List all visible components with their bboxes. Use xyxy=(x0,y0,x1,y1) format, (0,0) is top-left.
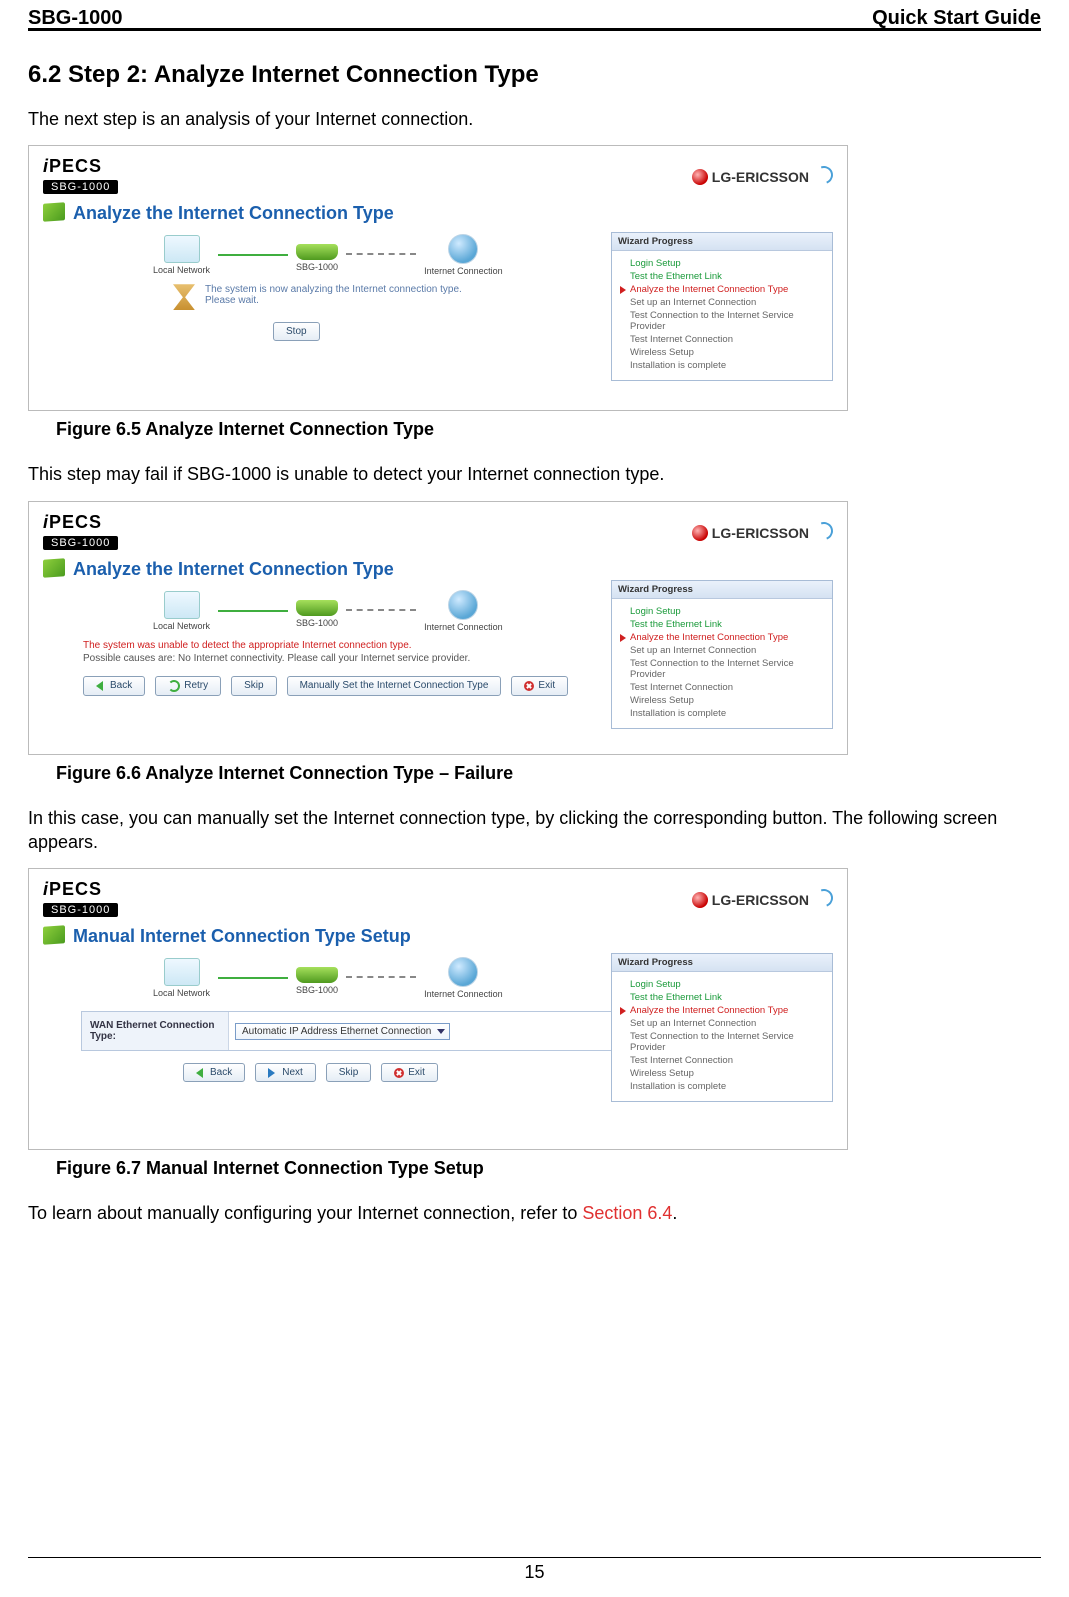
wizard-step: Test Connection to the Internet Service … xyxy=(620,657,824,681)
wizard-step: Installation is complete xyxy=(620,707,824,720)
figure-6-5: iPECS SBG-1000 LG-ERICSSON Analyze the I… xyxy=(28,145,848,411)
wizard-step: Test Internet Connection xyxy=(620,333,824,346)
wizard-list: Login SetupTest the Ethernet LinkAnalyze… xyxy=(612,972,832,1101)
ipecs-logo: iPECS xyxy=(43,156,118,177)
caption-6-6: Figure 6.6 Analyze Internet Connection T… xyxy=(56,763,1041,784)
next-button[interactable]: Next xyxy=(255,1063,316,1082)
header-right: Quick Start Guide xyxy=(872,8,1041,28)
back-button[interactable]: Back xyxy=(183,1063,245,1082)
para-3: In this case, you can manually set the I… xyxy=(28,806,1041,855)
next-icon xyxy=(268,1068,278,1078)
wizard-step: Installation is complete xyxy=(620,1080,824,1093)
figure-6-7: iPECS SBG-1000 LG-ERICSSON Manual Intern… xyxy=(28,868,848,1150)
connection-type-label: WAN Ethernet Connection Type: xyxy=(82,1012,229,1050)
shot3-title: Manual Internet Connection Type Setup xyxy=(43,926,833,947)
wizard-step: Test Internet Connection xyxy=(620,681,824,694)
wizard-step: Installation is complete xyxy=(620,359,824,372)
lg-ericsson-logo: LG-ERICSSON xyxy=(692,889,833,908)
para-2: This step may fail if SBG-1000 is unable… xyxy=(28,462,1041,486)
retry-button[interactable]: Retry xyxy=(155,676,221,696)
caption-6-7: Figure 6.7 Manual Internet Connection Ty… xyxy=(56,1158,1041,1179)
skip-button[interactable]: Skip xyxy=(326,1063,371,1082)
router-icon xyxy=(296,244,338,260)
wizard-step: Analyze the Internet Connection Type xyxy=(620,283,824,296)
para-4: To learn about manually configuring your… xyxy=(28,1201,1041,1225)
manual-set-button[interactable]: Manually Set the Internet Connection Typ… xyxy=(287,676,502,696)
exit-button[interactable]: Exit xyxy=(511,676,568,696)
cube-icon xyxy=(43,925,65,945)
shot1-title: Analyze the Internet Connection Type xyxy=(43,203,833,224)
wizard-step: Test the Ethernet Link xyxy=(620,991,824,1004)
shot2-title: Analyze the Internet Connection Type xyxy=(43,559,833,580)
wizard-list: Login SetupTest the Ethernet LinkAnalyze… xyxy=(612,599,832,728)
wizard-step: Test the Ethernet Link xyxy=(620,618,824,631)
connection-type-select[interactable]: Automatic IP Address Ethernet Connection xyxy=(235,1023,450,1040)
wizard-step: Analyze the Internet Connection Type xyxy=(620,1004,824,1017)
wizard-step: Wireless Setup xyxy=(620,346,824,359)
exit-icon xyxy=(524,681,534,691)
ipecs-logo: iPECS xyxy=(43,512,118,533)
back-icon xyxy=(96,681,106,691)
section-title: 6.2 Step 2: Analyze Internet Connection … xyxy=(28,61,1041,89)
wizard-step: Set up an Internet Connection xyxy=(620,296,824,309)
wizard-step: Wireless Setup xyxy=(620,694,824,707)
wizard-step: Set up an Internet Connection xyxy=(620,644,824,657)
sbg-tag: SBG-1000 xyxy=(43,536,118,550)
exit-button[interactable]: Exit xyxy=(381,1063,438,1082)
page-header: SBG-1000 Quick Start Guide xyxy=(28,0,1041,31)
wizard-step: Login Setup xyxy=(620,978,824,991)
sbg-tag: SBG-1000 xyxy=(43,903,118,917)
wizard-step: Test Internet Connection xyxy=(620,1054,824,1067)
globe-icon xyxy=(448,234,478,264)
exit-icon xyxy=(394,1068,404,1078)
lg-ericsson-logo: LG-ERICSSON xyxy=(692,522,833,541)
router-icon xyxy=(296,600,338,616)
cube-icon xyxy=(43,558,65,578)
globe-icon xyxy=(448,957,478,987)
stop-button[interactable]: Stop xyxy=(273,322,320,341)
wizard-progress: Wizard Progress Login SetupTest the Ethe… xyxy=(611,232,833,381)
ipecs-logo: iPECS xyxy=(43,879,118,900)
para-1: The next step is an analysis of your Int… xyxy=(28,107,1041,131)
wizard-step: Login Setup xyxy=(620,257,824,270)
wizard-step: Wireless Setup xyxy=(620,1067,824,1080)
figure-6-6: iPECS SBG-1000 LG-ERICSSON Analyze the I… xyxy=(28,501,848,755)
retry-icon xyxy=(168,680,180,692)
lg-ericsson-logo: LG-ERICSSON xyxy=(692,166,833,185)
wizard-title: Wizard Progress xyxy=(612,954,832,972)
pc-icon xyxy=(164,591,200,619)
back-button[interactable]: Back xyxy=(83,676,145,696)
sbg-tag: SBG-1000 xyxy=(43,180,118,194)
section-6-4-link[interactable]: Section 6.4 xyxy=(582,1203,672,1223)
pc-icon xyxy=(164,958,200,986)
wizard-progress: Wizard Progress Login SetupTest the Ethe… xyxy=(611,580,833,729)
skip-button[interactable]: Skip xyxy=(231,676,276,696)
globe-icon xyxy=(448,590,478,620)
wizard-step: Analyze the Internet Connection Type xyxy=(620,631,824,644)
caption-6-5: Figure 6.5 Analyze Internet Connection T… xyxy=(56,419,1041,440)
header-left: SBG-1000 xyxy=(28,8,123,28)
wizard-title: Wizard Progress xyxy=(612,233,832,251)
cube-icon xyxy=(43,203,65,223)
back-icon xyxy=(196,1068,206,1078)
wizard-step: Test the Ethernet Link xyxy=(620,270,824,283)
wizard-step: Test Connection to the Internet Service … xyxy=(620,309,824,333)
page-number: 15 xyxy=(28,1557,1041,1583)
wizard-title: Wizard Progress xyxy=(612,581,832,599)
wizard-step: Set up an Internet Connection xyxy=(620,1017,824,1030)
wizard-step: Test Connection to the Internet Service … xyxy=(620,1030,824,1054)
router-icon xyxy=(296,967,338,983)
wizard-progress: Wizard Progress Login SetupTest the Ethe… xyxy=(611,953,833,1102)
wizard-list: Login SetupTest the Ethernet LinkAnalyze… xyxy=(612,251,832,380)
pc-icon xyxy=(164,235,200,263)
wizard-step: Login Setup xyxy=(620,605,824,618)
hourglass-icon xyxy=(173,284,195,310)
